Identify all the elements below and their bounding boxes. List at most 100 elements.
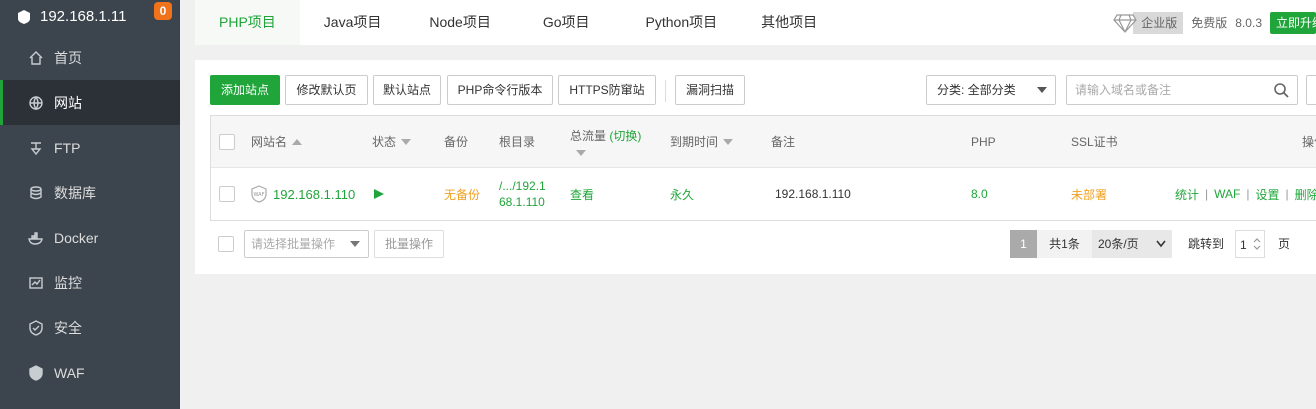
tab-java[interactable]: Java项目 <box>300 0 406 45</box>
diamond-icon <box>1113 13 1138 33</box>
tab-go[interactable]: Go项目 <box>515 0 618 45</box>
sidebar: 192.168.1.11 0 首页 网站 FTP 数据库 Docker 监控 安… <box>0 0 180 409</box>
row-checkbox[interactable] <box>219 186 235 202</box>
page-number-current[interactable]: 1 <box>1010 230 1037 258</box>
version-label: 8.0.3 <box>1235 15 1262 30</box>
col-expire[interactable]: 到期时间 <box>670 116 734 167</box>
database-icon <box>30 185 42 199</box>
col-root: 根目录 <box>499 135 536 149</box>
sidebar-item-database[interactable]: 数据库 <box>0 170 180 215</box>
root-dir-link[interactable]: /.../192.1 68.1.110 <box>499 168 546 220</box>
sidebar-item-label: 网站 <box>54 94 82 111</box>
ssl-status-link[interactable]: 未部署 <box>1071 168 1107 220</box>
site-list-panel: 添加站点 修改默认页 默认站点 PHP命令行版本 HTTPS防窜站 漏洞扫描 分… <box>195 60 1316 274</box>
chevron-down-icon <box>1156 240 1166 248</box>
sort-desc-icon <box>401 138 412 145</box>
search-icon[interactable] <box>1273 82 1289 98</box>
traffic-view-link[interactable]: 查看 <box>570 168 594 220</box>
chevron-down-icon <box>1037 87 1047 93</box>
col-php: PHP <box>971 134 996 149</box>
sidebar-item-waf[interactable]: WAF <box>0 350 180 395</box>
stats-link[interactable]: 统计 <box>1175 186 1199 203</box>
table-footer: 请选择批量操作 批量操作 1 共1条 20条/页 跳转到 1 页 确认 <box>210 230 1316 258</box>
col-remark: 备注 <box>771 135 796 149</box>
remark-field[interactable]: 192.168.1.110 <box>775 168 851 220</box>
default-site-button[interactable]: 默认站点 <box>373 75 441 105</box>
edit-default-page-button[interactable]: 修改默认页 <box>285 75 368 105</box>
running-play-icon[interactable] <box>373 188 385 200</box>
enterprise-badge[interactable]: 企业版 <box>1113 11 1184 34</box>
tab-node[interactable]: Node项目 <box>405 0 514 45</box>
monitor-icon <box>29 276 43 289</box>
tab-other[interactable]: 其他项目 <box>737 0 841 45</box>
enterprise-label: 企业版 <box>1141 16 1178 30</box>
backup-link[interactable]: 无备份 <box>444 168 480 220</box>
tab-python[interactable]: Python项目 <box>618 0 738 45</box>
sort-desc-icon <box>576 150 586 156</box>
col-ssl: SSL证书 <box>1071 135 1118 149</box>
column-settings-button[interactable] <box>1306 75 1316 105</box>
vuln-scan-button[interactable]: 漏洞扫描 <box>675 75 745 105</box>
upgrade-button[interactable]: 立即升级 <box>1270 11 1316 34</box>
col-backup: 备份 <box>444 135 469 149</box>
project-tabs-bar: PHP项目 Java项目 Node项目 Go项目 Python项目 其他项目 企… <box>195 0 1316 45</box>
sidebar-item-home[interactable]: 首页 <box>0 35 180 80</box>
sidebar-header: 192.168.1.11 0 <box>0 0 180 33</box>
category-select[interactable]: 分类: 全部分类 <box>926 75 1056 105</box>
col-status[interactable]: 状态 <box>372 116 412 167</box>
https-anti-hijack-button[interactable]: HTTPS防窜站 <box>558 75 656 105</box>
version-info: 企业版 免费版 8.0.3 立即升级 <box>1113 0 1316 45</box>
table-header: 网站名 状态 备份 根目录 总流量 (切换) 到期时间 备注 PHP SSL证书… <box>211 116 1316 168</box>
goto-label: 跳转到 <box>1187 237 1224 251</box>
docker-icon <box>28 231 43 245</box>
waf-shield-icon <box>29 364 43 381</box>
sidebar-item-ftp[interactable]: FTP <box>0 125 180 170</box>
select-all-checkbox[interactable] <box>219 133 235 150</box>
notification-badge[interactable]: 0 <box>154 2 172 20</box>
svg-text:WAF: WAF <box>254 192 265 198</box>
sidebar-item-monitor[interactable]: 监控 <box>0 260 180 305</box>
sidebar-item-security[interactable]: 安全 <box>0 305 180 350</box>
toolbar-divider <box>665 80 666 102</box>
col-traffic[interactable]: 总流量 (切换) <box>570 116 641 167</box>
shield-icon <box>29 319 43 336</box>
site-table: 网站名 状态 备份 根目录 总流量 (切换) 到期时间 备注 PHP SSL证书… <box>210 115 1316 221</box>
site-toolbar: 添加站点 修改默认页 默认站点 PHP命令行版本 HTTPS防窜站 漏洞扫描 分… <box>210 75 1316 105</box>
batch-action-select[interactable]: 请选择批量操作 <box>244 230 369 258</box>
status-cell[interactable] <box>373 168 385 220</box>
php-cli-version-button[interactable]: PHP命令行版本 <box>447 75 553 105</box>
footer-select-all-checkbox[interactable] <box>218 236 234 252</box>
waf-badge-icon: WAF <box>251 185 267 203</box>
category-value: 分类: 全部分类 <box>937 83 1016 97</box>
row-actions: 统计 | WAF | 设置 | 删除 <box>1175 168 1316 220</box>
page-unit-label: 页 <box>1277 237 1290 251</box>
add-site-button[interactable]: 添加站点 <box>210 75 280 105</box>
table-row: WAF 192.168.1.110 无备份 /.../192.1 68.1.11… <box>211 168 1316 220</box>
waf-link[interactable]: WAF <box>1214 187 1240 201</box>
page-size-select[interactable]: 20条/页 <box>1092 230 1172 258</box>
sidebar-item-label: 安全 <box>54 319 82 336</box>
delete-link[interactable]: 删除 <box>1295 186 1316 203</box>
tab-php[interactable]: PHP项目 <box>195 0 300 45</box>
search-input[interactable]: 请输入域名或备注 <box>1066 75 1298 105</box>
sidebar-item-website[interactable]: 网站 <box>0 80 180 125</box>
ftp-icon <box>30 141 42 155</box>
php-version-link[interactable]: 8.0 <box>971 168 988 220</box>
site-name-link[interactable]: 192.168.1.110 <box>273 187 355 202</box>
traffic-toggle-link[interactable]: (切换) <box>609 129 641 143</box>
settings-link[interactable]: 设置 <box>1255 186 1279 203</box>
sidebar-item-docker[interactable]: Docker <box>0 215 180 260</box>
stepper-icon[interactable] <box>1253 237 1261 251</box>
home-icon <box>29 50 43 65</box>
free-edition-label[interactable]: 免费版 <box>1191 14 1227 31</box>
col-name[interactable]: 网站名 <box>251 116 303 167</box>
expire-link[interactable]: 永久 <box>670 168 694 220</box>
batch-action-button[interactable]: 批量操作 <box>374 230 444 258</box>
sidebar-item-label: FTP <box>54 139 81 156</box>
site-name-cell: WAF 192.168.1.110 <box>251 168 355 220</box>
total-count: 共1条 <box>1037 230 1092 258</box>
sidebar-item-label: 首页 <box>54 49 82 66</box>
goto-page-input[interactable]: 1 <box>1235 230 1265 258</box>
col-ops: 操作 <box>1302 135 1316 149</box>
sort-desc-icon <box>723 138 734 145</box>
